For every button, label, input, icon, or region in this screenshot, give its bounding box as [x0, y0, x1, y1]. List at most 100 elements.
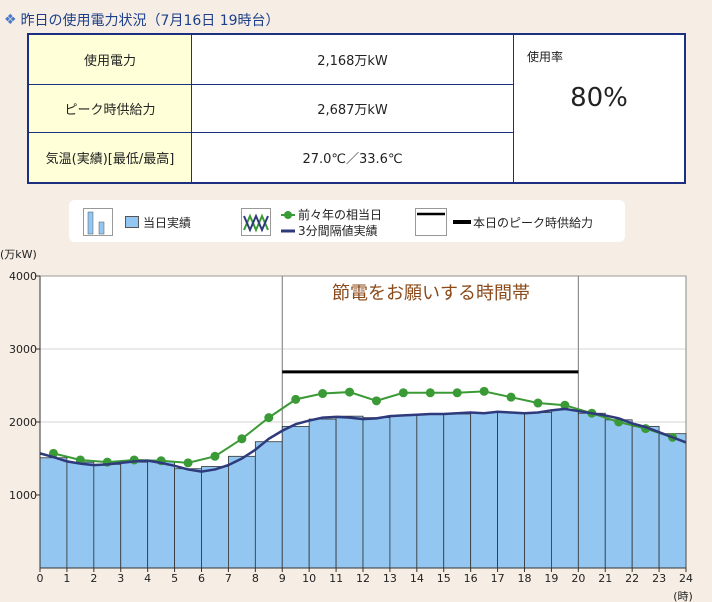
peak-supply-value: 2,687万kW: [191, 83, 514, 134]
bar: [631, 425, 660, 569]
bar: [254, 441, 283, 569]
prev-year-point: [371, 396, 381, 406]
x-tick-label: 11: [329, 572, 343, 585]
prev-year-point: [345, 387, 355, 397]
prev-year-point: [398, 388, 408, 398]
temperature-label: 気温(実績)[最低/最高]: [27, 132, 192, 184]
prev-year-point: [129, 455, 139, 465]
bar: [66, 461, 95, 569]
bar: [470, 412, 498, 569]
x-tick-label: 8: [252, 572, 259, 585]
x-tick-label: 15: [437, 572, 451, 585]
bar: [147, 461, 175, 569]
y-tick-label: 3000: [9, 343, 37, 356]
x-tick-label: 7: [225, 572, 232, 585]
x-tick-label: 14: [410, 572, 424, 585]
prev-year-point: [479, 386, 489, 396]
prev-year-point: [452, 388, 462, 398]
prev-year-point: [210, 451, 220, 461]
prev-year-point: [318, 389, 328, 399]
chart-legend: 当日実績 前々年の相当日 3分間隔値実績 本日のピーク時供給力: [69, 200, 625, 242]
y-tick-label: 2000: [9, 416, 37, 429]
prev-year-point: [425, 388, 435, 398]
line-chart-icon: [241, 208, 271, 236]
x-tick-label: 18: [518, 572, 532, 585]
bar: [228, 455, 256, 569]
bar: [389, 415, 418, 569]
bar: [577, 412, 606, 569]
usage-table: 使用電力 2,168万kW 使用率 80% ピーク時供給力 2,687万kW 気…: [27, 33, 686, 184]
legend-bar-item: 当日実績: [83, 208, 191, 236]
legend-prev-label: 前々年の相当日: [298, 208, 383, 222]
y-tick-label: 1000: [9, 489, 37, 502]
x-tick-label: 21: [598, 572, 612, 585]
bar: [335, 415, 364, 569]
bar: [604, 419, 633, 569]
bar: [443, 413, 472, 569]
section-header: ❖ 昨日の使用電力状況（7月16日 19時台）: [4, 10, 280, 30]
y-tick-label: 4000: [9, 270, 37, 283]
temperature-value: 27.0℃／33.6℃: [191, 132, 514, 184]
rate-cell: 使用率 80%: [513, 33, 686, 184]
prev-year-point: [264, 413, 274, 423]
x-tick-label: 20: [571, 572, 585, 585]
x-tick-label: 3: [117, 572, 124, 585]
x-tick-label: 16: [464, 572, 478, 585]
bar: [497, 412, 525, 569]
x-tick-label: 10: [302, 572, 316, 585]
bar: [658, 433, 687, 569]
bar: [308, 418, 337, 569]
bar-swatch: [125, 216, 139, 228]
peak-supply-label: ピーク時供給力: [27, 83, 192, 134]
x-tick-label: 9: [279, 572, 286, 585]
prev-year-point: [506, 392, 516, 402]
green-dot-line-icon: [281, 210, 295, 219]
black-bar-icon: [453, 220, 471, 224]
prev-year-point: [237, 434, 247, 444]
bar-chart-icon: [83, 208, 113, 236]
x-tick-label: 22: [625, 572, 639, 585]
usage-chart: 10002000300040000 1 2 3 4 5 6 7 8 9 10 11 12 13 14 15 16…: [0, 248, 693, 602]
bar: [281, 425, 310, 569]
x-tick-label: 5: [171, 572, 178, 585]
peak-line-icon: [415, 208, 447, 236]
prev-year-point: [183, 458, 193, 468]
usage-value: 2,168万kW: [191, 33, 514, 85]
x-tick-label: 17: [491, 572, 505, 585]
bar: [416, 413, 445, 569]
bar: [39, 457, 68, 569]
bar: [120, 461, 149, 569]
x-tick-label: 2: [90, 572, 97, 585]
x-tick-label: 24: [679, 572, 693, 585]
bar: [524, 412, 552, 569]
energy-saving-annotation: 節電をお願いする時間帯: [332, 283, 530, 304]
bar: [362, 417, 391, 569]
x-tick-label: 23: [652, 572, 666, 585]
bar: [201, 466, 229, 569]
x-tick-label: 13: [383, 572, 397, 585]
rate-label: 使用率: [527, 50, 564, 64]
x-tick-label: 1: [63, 572, 70, 585]
legend-peak-item: 本日のピーク時供給力: [415, 208, 593, 236]
section-title: 昨日の使用電力状況（7月16日 19時台）: [20, 13, 280, 29]
prev-year-point: [291, 394, 301, 404]
legend-line-icon-item: [241, 208, 271, 236]
legend-bar-label: 当日実績: [143, 215, 192, 230]
legend-interval-item: 3分間隔値実績: [281, 222, 378, 239]
x-tick-label: 19: [544, 572, 558, 585]
bar: [551, 409, 579, 569]
x-tick-label: 0: [37, 572, 44, 585]
bar: [174, 468, 202, 569]
x-tick-label: 6: [198, 572, 205, 585]
table-row: 使用電力 2,168万kW 使用率 80%: [27, 33, 686, 184]
legend-interval-label: 3分間隔値実績: [298, 224, 378, 238]
legend-prev-item: 前々年の相当日: [281, 206, 382, 223]
x-axis-label: (時): [673, 590, 693, 602]
navy-line-icon: [281, 229, 295, 232]
usage-label: 使用電力: [27, 33, 192, 85]
y-axis-label: (万kW): [0, 248, 37, 261]
diamond-icon: ❖: [4, 12, 17, 28]
x-tick-label: 4: [144, 572, 151, 585]
bar: [93, 463, 122, 569]
rate-value: 80%: [570, 83, 628, 113]
